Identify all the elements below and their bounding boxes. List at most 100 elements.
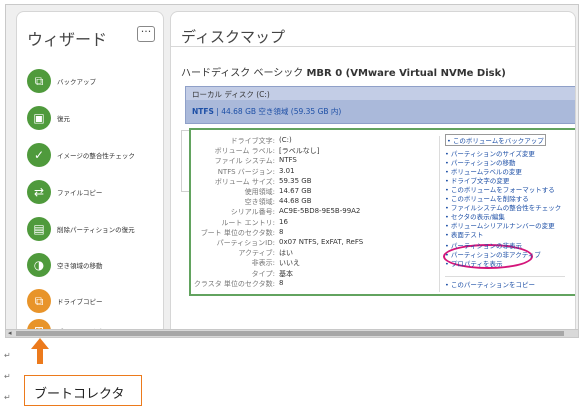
property-value: 8: [279, 227, 284, 236]
wizard-item-label: 削除パーティションの復元: [57, 226, 135, 234]
wizard-item-label: 復元: [57, 115, 70, 123]
action-link[interactable]: • このパーティションをコピー: [445, 279, 535, 289]
restore-icon: ▣: [27, 106, 51, 130]
property-row: タイプ: 基本: [195, 269, 435, 279]
wizard-item-undelete-partition[interactable]: ▤ 削除パーティションの復元: [27, 216, 135, 242]
property-value: 8: [279, 278, 284, 287]
property-value: [ラベルなし]: [279, 147, 320, 156]
arrow-shaft: [37, 348, 43, 364]
app-window: ウィザード ··· ⧉ バックアップ ▣ 復元 ✓ イメージの整合性チェック ⇄…: [5, 4, 579, 338]
drive-copy-icon: ⧉: [27, 289, 51, 313]
wizard-item-label: バックアップ: [57, 78, 96, 86]
partition-fs: NTFS: [192, 107, 214, 116]
property-label: ボリューム サイズ:: [214, 177, 275, 186]
move-space-icon: ◑: [27, 253, 51, 277]
wizard-item-label: ファイルコピー: [57, 189, 103, 197]
paragraph-mark: ↵: [4, 351, 11, 360]
property-value: いいえ: [279, 259, 300, 268]
property-value: AC9E-5BD8-9E5B-99A2: [279, 207, 361, 216]
partition-properties-popup: ドライブ文字: (C:) ボリューム ラベル: [ラベルなし] ファイル システム: NT…: [189, 128, 575, 296]
partition-space: | 44.68 GB 空き領域 (59.35 GB 内): [216, 107, 342, 116]
wizard-item-label: 空き領域の移動: [57, 262, 103, 270]
wizard-item-drive-copy[interactable]: ⧉ ドライブコピー: [27, 288, 103, 314]
property-label: パーティションID:: [216, 239, 275, 247]
more-options-button[interactable]: ···: [137, 26, 155, 42]
action-label: 表面テスト: [450, 231, 484, 239]
property-row: ルート エントリ: 16: [195, 218, 435, 228]
action-link[interactable]: • プロパティを表示: [445, 258, 503, 268]
partition-block-c[interactable]: ローカル ディスク (C:) NTFS | 44.68 GB 空き領域 (59.…: [185, 86, 575, 124]
property-row: ファイル システム: NTFS: [195, 156, 435, 166]
wizard-item-backup[interactable]: ⧉ バックアップ: [27, 68, 96, 94]
property-value: 44.68 GB: [279, 197, 312, 206]
property-row: NTFS バージョン: 3.01: [195, 167, 435, 177]
paragraph-mark: ↵: [4, 393, 11, 402]
disk-map-title: ディスクマップ: [181, 28, 285, 46]
property-value: 16: [279, 217, 288, 226]
action-link[interactable]: • 表面テスト: [445, 229, 483, 239]
partition-info: NTFS | 44.68 GB 空き領域 (59.35 GB 内): [192, 106, 341, 117]
property-label: 非表示:: [251, 259, 275, 268]
wizard-title: ウィザード: [27, 30, 108, 49]
copy-icon: ⧉: [27, 69, 51, 93]
paragraph-mark: ↵: [4, 372, 11, 381]
property-value: (C:): [279, 136, 292, 144]
horizontal-scrollbar[interactable]: ◂: [6, 329, 578, 337]
property-label: クラスタ 単位のセクタ数:: [193, 279, 275, 288]
property-value: 基本: [279, 269, 293, 278]
property-label: ルート エントリ:: [221, 218, 275, 227]
wizard-panel: ウィザード ··· ⧉ バックアップ ▣ 復元 ✓ イメージの整合性チェック ⇄…: [16, 11, 164, 336]
scroll-left-arrow-icon[interactable]: ◂: [8, 329, 12, 337]
wizard-item-image-check[interactable]: ✓ イメージの整合性チェック: [27, 142, 135, 168]
property-label: 空き領域:: [244, 198, 275, 207]
action-label: このパーティションをコピー: [450, 281, 536, 289]
property-label: ブート 単位のセクタ数:: [200, 228, 275, 237]
wizard-item-file-copy[interactable]: ⇄ ファイルコピー: [27, 179, 102, 205]
property-row: パーティションID: 0x07 NTFS, ExFAT, ReFS: [195, 238, 435, 248]
property-row: シリアル番号: AC9E-5BD8-9E5B-99A2: [195, 207, 435, 217]
action-label: このボリュームをバックアップ: [452, 137, 544, 145]
property-row: クラスタ 単位のセクタ数: 8: [193, 278, 435, 289]
partition-name: ローカル ディスク (C:): [192, 90, 270, 99]
popup-divider: [439, 136, 440, 292]
action-label: プロパティを表示: [450, 260, 503, 268]
disk-name: MBR 0 (VMware Virtual NVMe Disk): [306, 68, 506, 79]
property-row: 空き領域: 44.68 GB: [195, 197, 435, 207]
property-row: アクティブ: はい: [195, 248, 435, 258]
property-row: ボリューム ラベル: [ラベルなし]: [195, 146, 435, 156]
actions-divider: [445, 276, 565, 277]
wizard-item-move-space[interactable]: ◑ 空き領域の移動: [27, 252, 103, 278]
disk-map-panel: ディスクマップ ハードディスク ベーシック MBR 0 (VMware Virt…: [170, 11, 576, 336]
property-value: NTFS: [279, 156, 297, 165]
property-value: 14.67 GB: [279, 187, 312, 195]
property-label: ドライブ文字:: [230, 137, 275, 145]
disk-type: ハードディスク ベーシック: [181, 68, 304, 79]
scrollbar-thumb[interactable]: [16, 331, 564, 336]
check-icon: ✓: [27, 143, 51, 167]
property-label: 使用領域:: [244, 188, 275, 196]
wizard-item-label: ドライブコピー: [57, 298, 103, 306]
property-label: ファイル システム:: [214, 157, 275, 166]
property-label: タイプ:: [251, 269, 275, 278]
property-label: アクティブ:: [238, 249, 275, 258]
file-copy-icon: ⇄: [27, 180, 51, 204]
property-label: NTFS バージョン:: [217, 167, 275, 176]
wizard-item-restore[interactable]: ▣ 復元: [27, 105, 70, 131]
property-value: はい: [279, 249, 293, 258]
property-label: シリアル番号:: [230, 208, 275, 217]
wizard-item-label: イメージの整合性チェック: [57, 152, 135, 160]
property-label: ボリューム ラベル:: [214, 147, 275, 156]
property-row: ブート 単位のセクタ数: 8: [195, 228, 435, 238]
property-row: ボリューム サイズ: 59.35 GB: [195, 177, 435, 187]
property-value: 59.35 GB: [279, 176, 312, 185]
callout-label: ブートコレクタ: [24, 375, 142, 406]
divider: [171, 46, 575, 47]
property-value: 0x07 NTFS, ExFAT, ReFS: [279, 238, 364, 246]
action-link[interactable]: • このボリュームをバックアップ: [445, 134, 546, 146]
disk-header: ハードディスク ベーシック MBR 0 (VMware Virtual NVMe…: [181, 64, 506, 79]
property-row: 使用領域: 14.67 GB: [195, 187, 435, 197]
property-row: ドライブ文字: (C:): [195, 136, 435, 146]
undelete-icon: ▤: [27, 217, 51, 241]
property-value: 3.01: [279, 166, 295, 175]
property-row: 非表示: いいえ: [195, 258, 435, 268]
